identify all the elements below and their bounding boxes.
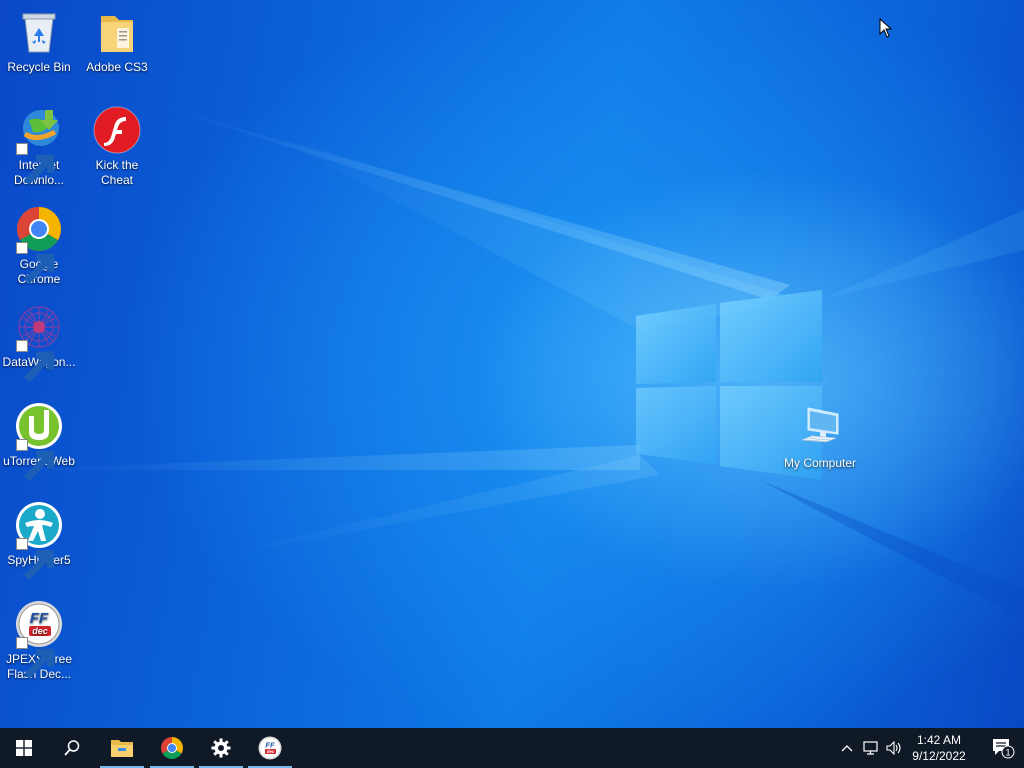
desktop-icon-utorrent-web[interactable]: uTorrent Web (0, 402, 78, 481)
spyhunter-icon (15, 501, 63, 580)
chrome-taskbar-button[interactable] (148, 728, 196, 768)
file-explorer-icon (111, 740, 133, 757)
volume-icon (886, 741, 901, 755)
desktop-icon-recycle-bin[interactable]: Recycle Bin (0, 8, 78, 75)
jpexs-ffdec-icon: FF dec (15, 600, 63, 679)
desktop-icon-kick-the-cheat[interactable]: Kick the Cheat (78, 106, 156, 188)
shortcut-arrow-icon (16, 637, 55, 679)
flash-player-icon (93, 106, 141, 154)
desktop-icon-google-chrome[interactable]: Google Chrome (0, 205, 78, 287)
action-center-icon: 1 (993, 739, 1015, 759)
shortcut-arrow-icon (16, 242, 55, 284)
jpexs-ffdec-icon: FF dec (258, 736, 282, 760)
shortcut-arrow-icon (16, 143, 55, 185)
volume-button[interactable] (885, 740, 903, 756)
utorrent-icon (15, 402, 63, 481)
desktop-icon-adobe-cs3[interactable]: Adobe CS3 (78, 8, 156, 75)
datawagon-icon (15, 303, 63, 382)
shortcut-arrow-icon (16, 439, 55, 481)
shortcut-arrow-icon (16, 538, 55, 580)
show-hidden-icons-button[interactable] (838, 740, 856, 756)
recycle-bin-icon (15, 8, 63, 56)
search-icon (64, 740, 80, 756)
network-icon (863, 741, 878, 755)
desktop-icon-datawagon[interactable]: DataWagon... (0, 303, 78, 382)
clock[interactable]: 1:42 AM 9/12/2022 (904, 728, 974, 768)
clock-time: 1:42 AM (916, 733, 962, 747)
desktop-icon-internet-download-manager[interactable]: Internet Downlo... (0, 106, 78, 188)
desktop-icon-label: Recycle Bin (7, 60, 71, 74)
desktop: Recycle Bin Adobe CS3 Internet Downlo...… (0, 0, 1024, 728)
jpexs-taskbar-button[interactable]: FF dec (246, 728, 294, 768)
internet-download-manager-icon (15, 106, 63, 185)
my-computer-icon (796, 404, 844, 452)
desktop-icon-jpexs-free-flash-decompiler[interactable]: FF dec JPEXS Free Flash Dec... (0, 600, 78, 682)
folder-icon (93, 8, 141, 56)
settings-taskbar-button[interactable] (197, 728, 245, 768)
start-button[interactable] (0, 728, 48, 768)
chrome-icon (161, 737, 183, 759)
start-icon (16, 740, 32, 756)
action-center-button[interactable]: 1 (982, 728, 1024, 768)
notification-count: 1 (1005, 748, 1010, 758)
chrome-icon (15, 205, 63, 284)
network-button[interactable] (862, 740, 880, 756)
taskbar: FF dec 1:42 AM 9/12/2022 1 (0, 728, 1024, 768)
svg-text:FF: FF (265, 741, 275, 750)
desktop-icon-spyhunter5[interactable]: SpyHunter5 (0, 501, 78, 580)
desktop-icon-label: My Computer (783, 456, 857, 470)
search-button[interactable] (48, 728, 96, 768)
clock-date: 9/12/2022 (912, 749, 966, 763)
desktop-icon-label: Kick the Cheat (95, 158, 139, 187)
chevron-up-icon (841, 745, 853, 752)
desktop-icon-label: Adobe CS3 (86, 60, 148, 74)
mouse-cursor-icon (879, 18, 893, 38)
shortcut-arrow-icon (16, 340, 55, 382)
settings-icon (211, 738, 231, 758)
file-explorer-button[interactable] (98, 728, 146, 768)
svg-text:dec: dec (32, 626, 48, 636)
desktop-icon-my-computer[interactable]: My Computer (780, 404, 860, 471)
svg-text:FF: FF (30, 610, 49, 627)
svg-text:dec: dec (267, 749, 275, 754)
